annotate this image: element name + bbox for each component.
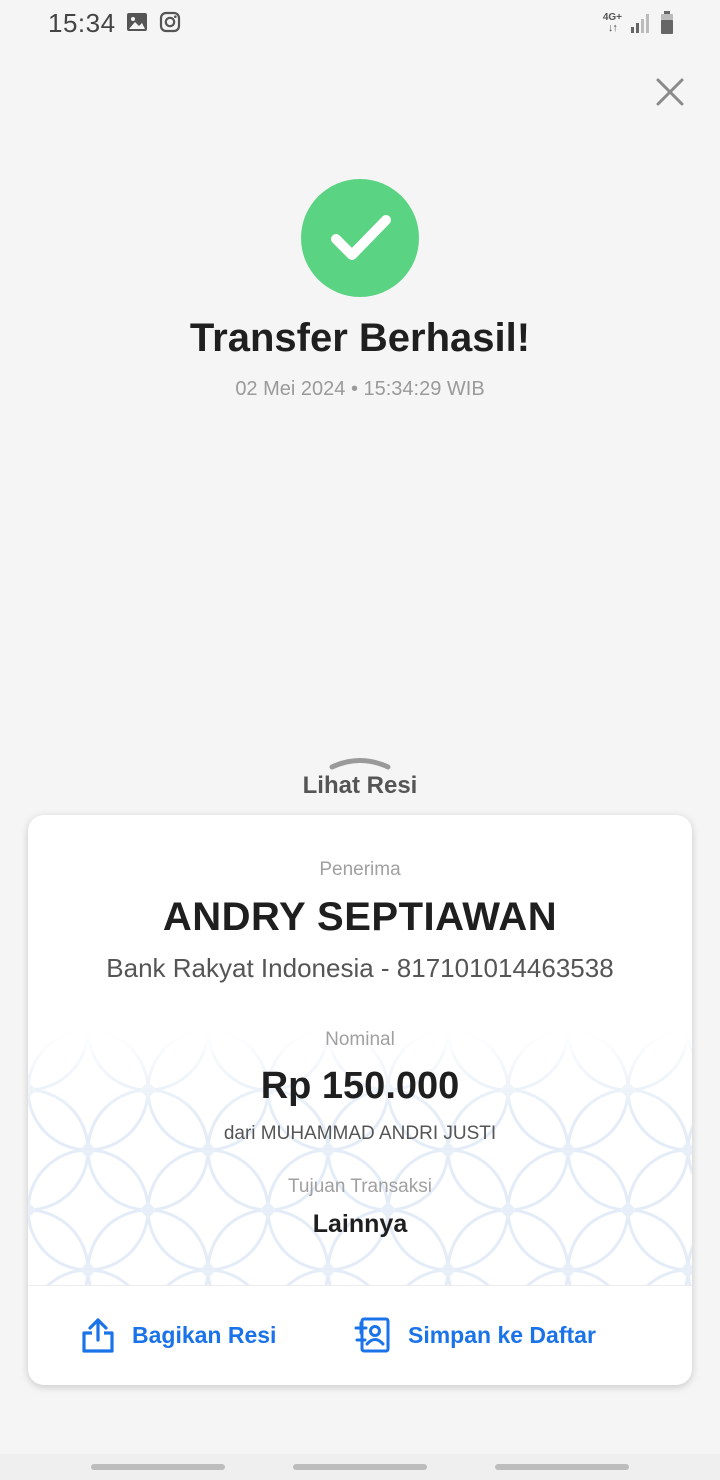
purpose-label: Tujuan Transaksi — [288, 1176, 432, 1197]
nav-recent-apps[interactable] — [91, 1464, 225, 1470]
recipient-label: Penerima — [319, 859, 401, 880]
gallery-icon — [127, 13, 147, 31]
check-icon — [331, 215, 391, 260]
view-receipt-toggle[interactable]: Lihat Resi — [0, 772, 720, 800]
sender-name: dari MUHAMMAD ANDRI JUSTI — [223, 1123, 497, 1144]
screen: 15:34 4G+ ↓↑ Transfer Berhasil! 02 Mei 2… — [0, 0, 720, 1480]
navigation-bar — [0, 1454, 720, 1480]
recipient-bank-account: Bank Rakyat Indonesia - 817101014463538 — [106, 953, 614, 983]
share-receipt-button[interactable]: Bagikan Resi — [80, 1313, 276, 1357]
page-title: Transfer Berhasil! — [189, 316, 531, 360]
transfer-amount: Rp 150.000 — [260, 1065, 460, 1107]
status-right: 4G+ ↓↑ — [603, 10, 674, 36]
instagram-icon — [159, 11, 181, 33]
chevron-up-icon[interactable] — [328, 752, 392, 772]
signal-icon — [631, 14, 649, 33]
network-type: 4G+ ↓↑ — [603, 13, 622, 34]
contact-add-icon — [354, 1317, 390, 1353]
card-divider — [28, 1285, 692, 1286]
save-to-list-label: Simpan ke Daftar — [408, 1321, 596, 1348]
data-arrows-icon: ↓↑ — [607, 22, 618, 34]
status-bar: 15:34 4G+ ↓↑ — [0, 0, 720, 48]
nav-home[interactable] — [293, 1464, 427, 1470]
receipt-card: Penerima ANDRY SEPTIAWAN Bank Rakyat Ind… — [28, 815, 692, 1385]
recipient-name: ANDRY SEPTIAWAN — [162, 895, 558, 939]
battery-icon — [661, 11, 673, 34]
share-receipt-label: Bagikan Resi — [132, 1321, 277, 1348]
nav-back[interactable] — [495, 1464, 629, 1470]
transaction-purpose: Lainnya — [312, 1210, 408, 1238]
close-icon[interactable] — [650, 72, 690, 112]
save-to-list-button[interactable]: Simpan ke Daftar — [354, 1313, 596, 1357]
transaction-datetime: 02 Mei 2024 • 15:34:29 WIB — [235, 378, 485, 400]
amount-label: Nominal — [325, 1029, 395, 1050]
share-icon — [82, 1318, 114, 1353]
status-time: 15:34 — [48, 8, 116, 38]
success-badge — [301, 179, 419, 297]
